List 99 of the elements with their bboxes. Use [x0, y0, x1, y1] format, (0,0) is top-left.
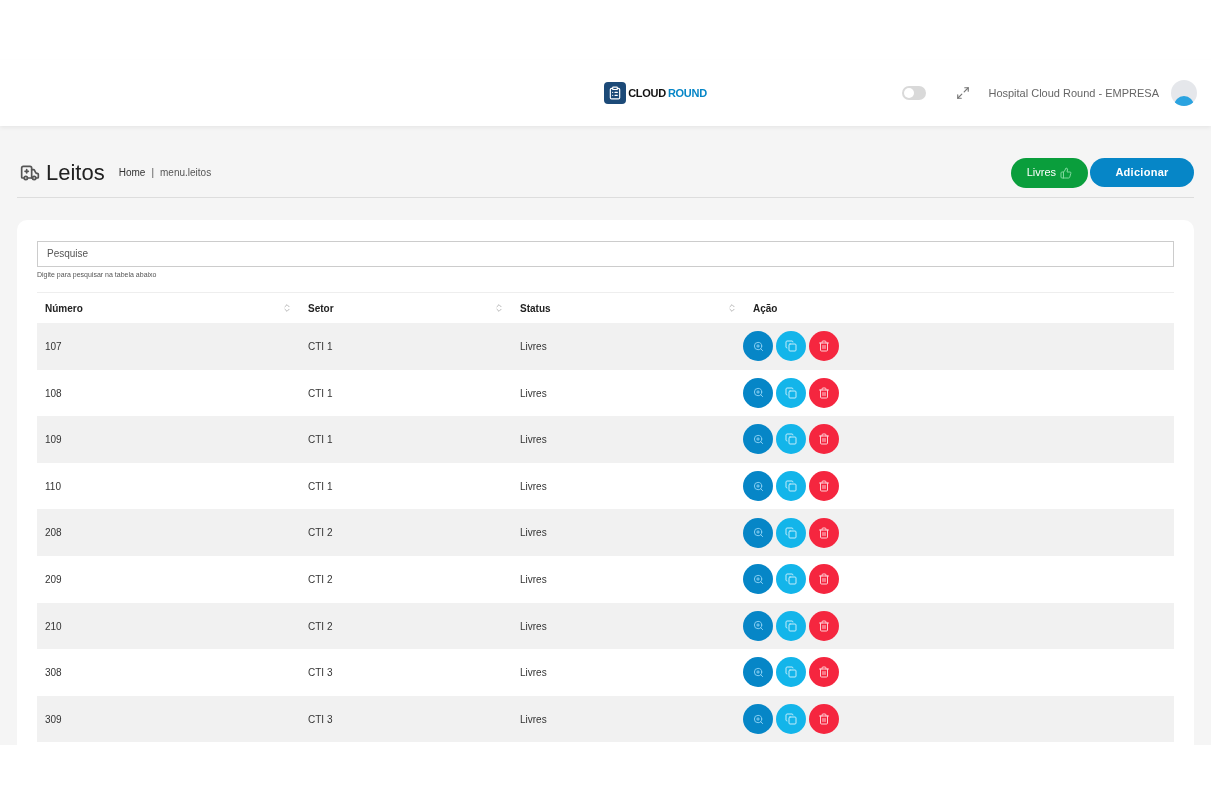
copy-button[interactable] [776, 331, 806, 362]
zoom-icon [752, 340, 764, 352]
zoom-icon [752, 527, 764, 539]
copy-button[interactable] [776, 564, 806, 595]
copy-icon [785, 433, 797, 446]
delete-button[interactable] [809, 564, 839, 595]
view-button[interactable] [743, 424, 773, 455]
table-cell: CTI 3 [308, 667, 333, 679]
table-cell: 108 [45, 387, 62, 399]
thumbs-up-icon [1060, 166, 1072, 179]
copy-button[interactable] [776, 657, 806, 688]
table-cell: Livres [520, 434, 547, 446]
table-cell: CTI 1 [308, 434, 333, 446]
view-button[interactable] [743, 610, 773, 641]
table-cell: 308 [45, 667, 62, 679]
copy-button[interactable] [776, 517, 806, 548]
delete-button[interactable] [809, 471, 839, 502]
trash-icon [818, 573, 830, 586]
view-button[interactable] [743, 564, 773, 595]
zoom-icon [752, 666, 764, 678]
table-cell: Livres [520, 667, 547, 679]
trash-icon [818, 480, 830, 493]
table-cell: Livres [520, 527, 547, 539]
column-header[interactable]: Status [512, 293, 745, 323]
table-cell: 107 [45, 341, 62, 352]
avatar[interactable] [1171, 80, 1197, 106]
trash-icon [818, 526, 830, 539]
table-cell: CTI 1 [308, 387, 333, 399]
view-button[interactable] [743, 657, 773, 688]
table-cell: CTI 2 [308, 620, 333, 632]
delete-button[interactable] [809, 424, 839, 455]
zoom-icon [752, 480, 764, 492]
table-cell: Livres [520, 713, 547, 725]
trash-icon [818, 713, 830, 726]
table-cell: 209 [45, 573, 62, 585]
copy-icon [785, 386, 797, 399]
table-cell: 309 [45, 713, 62, 725]
breadcrumb-link[interactable]: Home [118, 165, 146, 180]
view-button[interactable] [743, 471, 773, 502]
copy-icon [785, 573, 797, 586]
clipboard-icon [608, 86, 623, 100]
table-cell: CTI 1 [308, 480, 333, 492]
table-cell: Livres [520, 341, 547, 352]
table-cell: Livres [520, 620, 547, 632]
table-cell: 208 [45, 527, 62, 539]
table-cell: 210 [45, 620, 62, 632]
breadcrumb-separator: | [151, 166, 154, 180]
column-header[interactable]: Setor [300, 293, 512, 323]
zoom-icon [752, 573, 764, 585]
table-cell: Livres [520, 573, 547, 585]
copy-icon [785, 619, 797, 632]
trash-icon [818, 340, 830, 353]
zoom-icon [752, 387, 764, 399]
delete-button[interactable] [809, 517, 839, 548]
zoom-icon [752, 620, 764, 632]
add-button[interactable]: Adicionar [1090, 157, 1194, 187]
copy-icon [785, 666, 797, 679]
copy-icon [785, 480, 797, 493]
table-cell: CTI 3 [308, 713, 333, 725]
column-header: Ação [752, 301, 779, 316]
trash-icon [818, 666, 830, 679]
delete-button[interactable] [809, 377, 839, 408]
table-cell: CTI 2 [308, 527, 333, 539]
table-cell: CTI 2 [308, 573, 333, 585]
zoom-icon [752, 713, 764, 725]
view-button[interactable] [743, 331, 773, 362]
table-cell: Livres [520, 480, 547, 492]
copy-button[interactable] [776, 471, 806, 502]
table-cell: Livres [520, 387, 547, 399]
view-button[interactable] [743, 377, 773, 408]
copy-button[interactable] [776, 704, 806, 735]
theme-toggle[interactable] [902, 86, 927, 100]
search-field[interactable]: Pesquise [37, 240, 1174, 267]
user-name: Hospital Cloud Round - EMPRESA [988, 85, 1159, 101]
copy-button[interactable] [776, 377, 806, 408]
delete-button[interactable] [809, 704, 839, 735]
copy-icon [785, 713, 797, 726]
trash-icon [818, 433, 830, 446]
table-cell: 109 [45, 434, 62, 446]
delete-button[interactable] [809, 610, 839, 641]
filter-button[interactable]: Livres [1010, 157, 1088, 188]
logo: CLOUD ROUND [604, 82, 707, 104]
zoom-icon [752, 434, 764, 445]
copy-icon [785, 340, 797, 353]
copy-icon [785, 526, 797, 539]
delete-button[interactable] [809, 331, 839, 362]
table-cell: 110 [45, 480, 61, 492]
delete-button[interactable] [809, 657, 839, 688]
copy-button[interactable] [776, 424, 806, 455]
table-cell: CTI 1 [308, 341, 333, 352]
column-header[interactable]: Número [37, 293, 300, 323]
view-button[interactable] [743, 517, 773, 548]
trash-icon [818, 619, 830, 632]
trash-icon [818, 386, 830, 399]
view-button[interactable] [743, 704, 773, 735]
page-title: Leitos [46, 159, 105, 187]
copy-button[interactable] [776, 610, 806, 641]
breadcrumb-link[interactable]: menu.leitos [160, 165, 212, 180]
fullscreen-icon[interactable] [956, 86, 971, 100]
